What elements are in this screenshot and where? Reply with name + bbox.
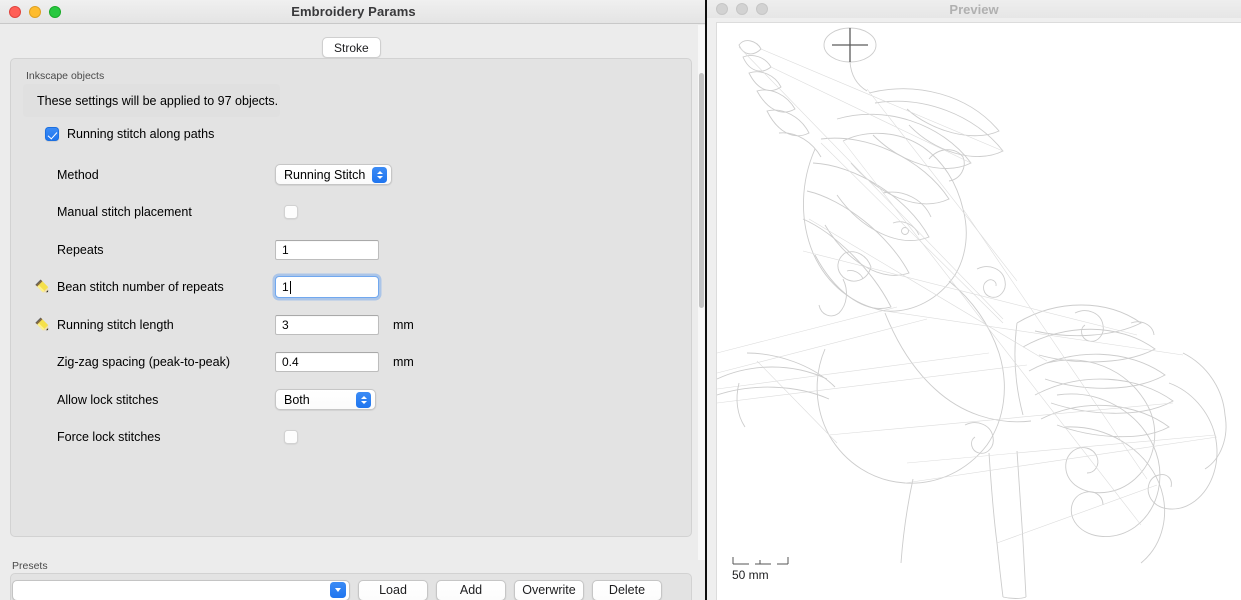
overwrite-preset-button[interactable]: Overwrite: [514, 579, 584, 600]
label-manual-stitch-placement: Manual stitch placement: [57, 205, 192, 220]
zigzag-spacing-input[interactable]: 0.4: [275, 352, 379, 373]
label-bean-stitch-number-of-repeats: Bean stitch number of repeats: [57, 280, 224, 295]
params-titlebar: Embroidery Params: [0, 0, 707, 24]
unicorn-line-drawing: [717, 27, 1227, 599]
row-manual-stitch-placement: Manual stitch placement: [11, 194, 691, 232]
control-force-lock-stitches: [284, 430, 298, 445]
allow-lock-stitches-popup-button[interactable]: Both: [275, 389, 376, 411]
parameter-rows: Method Running Stitch Manual stitch plac…: [11, 156, 691, 456]
running-stitch-length-input[interactable]: 3: [275, 314, 379, 335]
label-repeats: Repeats: [57, 242, 104, 257]
tab-bar: Stroke: [0, 24, 707, 58]
control-zigzag-spacing: 0.4 mm: [275, 352, 414, 373]
unit-zigzag-spacing: mm: [393, 355, 414, 370]
chevron-updown-icon[interactable]: [372, 166, 388, 183]
preset-combobox[interactable]: [12, 579, 350, 600]
control-bean-stitch-number-of-repeats: 1: [275, 276, 379, 299]
bean-stitch-number-of-repeats-input[interactable]: 1: [275, 276, 379, 299]
label-running-stitch-length: Running stitch length: [57, 317, 174, 332]
control-running-stitch-length: 3 mm: [275, 314, 414, 335]
settings-panel: Inkscape objects These settings will be …: [10, 58, 692, 537]
scale-ticks-icon: [732, 557, 789, 565]
running-stitch-along-paths-row[interactable]: Running stitch along paths: [45, 127, 214, 141]
row-running-stitch-length: Running stitch length 3 mm: [11, 306, 691, 344]
delete-preset-button[interactable]: Delete: [592, 579, 662, 600]
row-zigzag-spacing: Zig-zag spacing (peak-to-peak) 0.4 mm: [11, 344, 691, 382]
method-popup-value: Running Stitch: [284, 167, 366, 182]
label-method: Method: [57, 167, 99, 182]
method-popup-button[interactable]: Running Stitch: [275, 164, 393, 186]
control-allow-lock-stitches: Both: [275, 389, 376, 411]
app-root: Embroidery Params Stroke Inkscape object…: [0, 0, 1241, 600]
params-scrollbar-thumb[interactable]: [698, 73, 704, 308]
chevron-updown-icon[interactable]: [356, 391, 371, 408]
running-stitch-along-paths-checkbox[interactable]: [45, 127, 59, 141]
running-stitch-along-paths-label: Running stitch along paths: [67, 127, 215, 141]
preview-titlebar: Preview: [707, 0, 1241, 18]
pencil-icon: [35, 279, 49, 293]
scale-bar-label: 50 mm: [732, 568, 769, 582]
row-repeats: Repeats 1: [11, 231, 691, 269]
preview-canvas[interactable]: [716, 22, 1241, 600]
chevron-down-icon[interactable]: [330, 582, 346, 598]
control-repeats: 1: [275, 239, 379, 260]
repeats-input[interactable]: 1: [275, 239, 379, 260]
add-preset-button[interactable]: Add: [436, 579, 506, 600]
unit-running-stitch-length: mm: [393, 317, 414, 332]
objects-message-box: These settings will be applied to 97 obj…: [23, 84, 280, 117]
window-title: Embroidery Params: [291, 4, 416, 19]
presets-label: Presets: [12, 560, 48, 572]
row-allow-lock-stitches: Allow lock stitches Both: [11, 381, 691, 419]
preview-window: Preview 50 mm: [707, 0, 1241, 600]
row-bean-stitch-number-of-repeats: Bean stitch number of repeats 1: [11, 269, 691, 307]
inkscape-objects-label: Inkscape objects: [26, 70, 105, 82]
scale-bar: 50 mm: [732, 556, 852, 582]
force-lock-stitches-checkbox[interactable]: [284, 430, 298, 445]
preview-window-title: Preview: [949, 1, 999, 17]
embroidery-params-window: Embroidery Params Stroke Inkscape object…: [0, 0, 707, 600]
tab-stroke[interactable]: Stroke: [322, 37, 381, 58]
load-preset-button[interactable]: Load: [358, 579, 428, 600]
pencil-icon: [35, 317, 49, 331]
label-zigzag-spacing: Zig-zag spacing (peak-to-peak): [57, 355, 230, 370]
manual-stitch-placement-checkbox[interactable]: [284, 205, 298, 220]
presets-controls: Load Add Overwrite Delete: [12, 578, 684, 600]
row-method: Method Running Stitch: [11, 156, 691, 194]
row-force-lock-stitches: Force lock stitches: [11, 419, 691, 457]
allow-lock-stitches-value: Both: [284, 392, 310, 407]
text-caret: [289, 280, 292, 294]
control-manual-stitch-placement: [284, 205, 298, 220]
label-allow-lock-stitches: Allow lock stitches: [57, 392, 159, 407]
bean-stitch-value: 1: [282, 280, 289, 295]
label-force-lock-stitches: Force lock stitches: [57, 430, 161, 445]
control-method: Running Stitch: [275, 164, 393, 186]
